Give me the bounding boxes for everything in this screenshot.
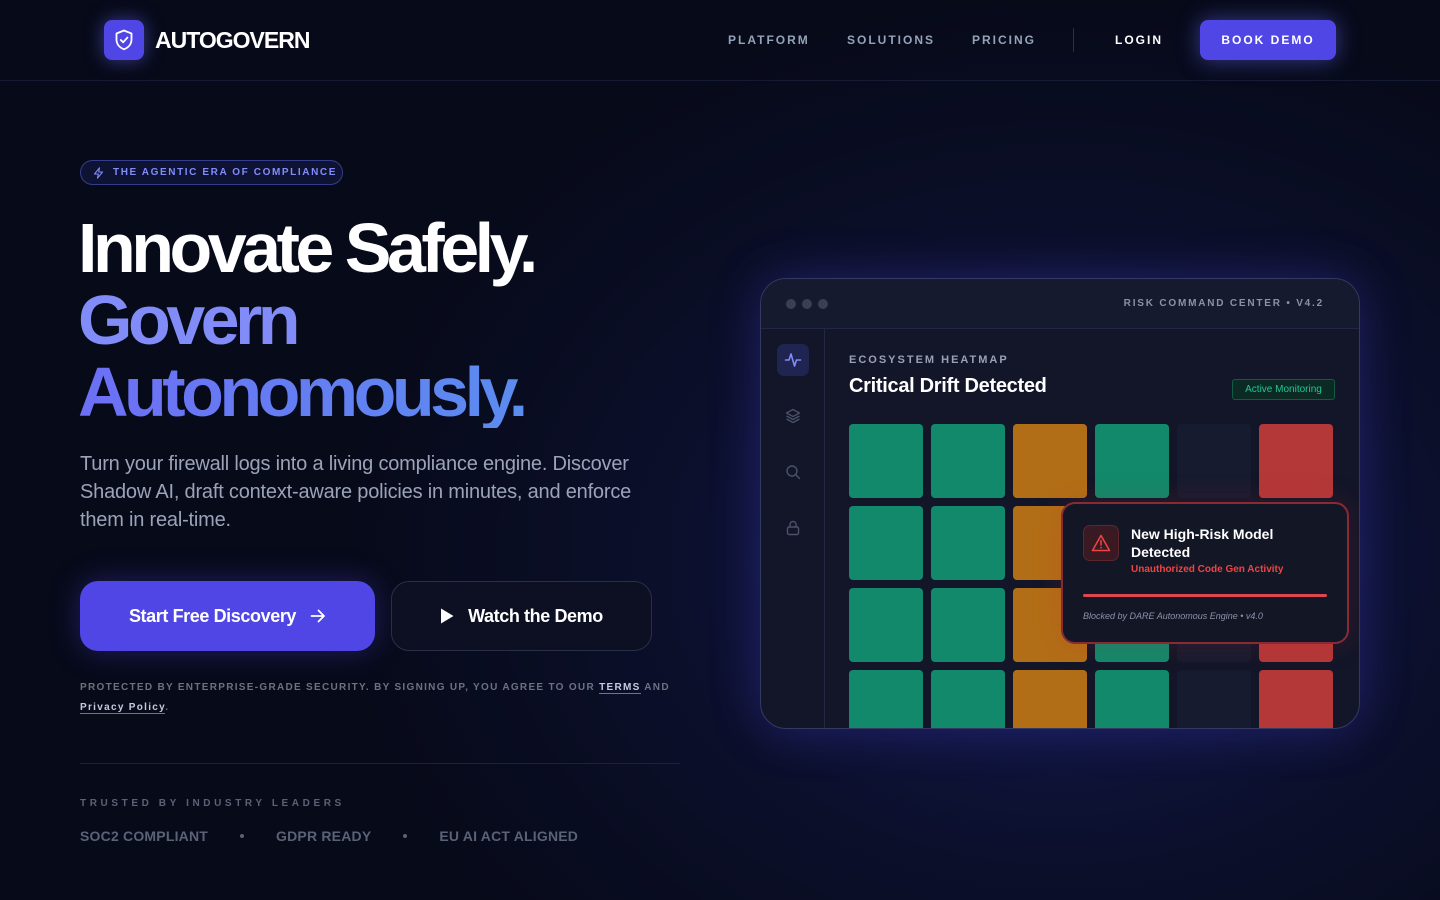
warning-triangle-icon: [1083, 525, 1119, 561]
heatmap-cell: [1177, 670, 1251, 728]
headline-line-1: Innovate Safely.: [78, 209, 538, 287]
status-badge: Active Monitoring: [1232, 379, 1335, 400]
headline-line-3: Autonomously.: [78, 353, 528, 431]
heatmap-cell: [849, 670, 923, 728]
nav-link-pricing[interactable]: PRICING: [972, 33, 1036, 47]
alert-title: New High-Risk Model Detected: [1131, 526, 1274, 560]
window-dot: [818, 299, 828, 309]
heatmap-cell: [849, 588, 923, 662]
dashboard-title: RISK COMMAND CENTER • V4.2: [1123, 298, 1324, 309]
risk-alert-card[interactable]: New High-Risk Model Detected Unauthorize…: [1061, 502, 1349, 644]
compliance-badges: SOC2 COMPLIANT GDPR READY EU AI ACT ALIG…: [80, 828, 578, 844]
search-icon[interactable]: [777, 456, 809, 488]
heatmap-cell: [1013, 424, 1087, 498]
heatmap-cell: [931, 588, 1005, 662]
heatmap-cell: [931, 670, 1005, 728]
eyebrow-pill: THE AGENTIC ERA OF COMPLIANCE: [80, 160, 343, 185]
trusted-label: TRUSTED BY INDUSTRY LEADERS: [80, 798, 345, 809]
terms-link[interactable]: TERMS: [599, 682, 641, 694]
login-link[interactable]: LOGIN: [1115, 33, 1163, 47]
eyebrow-text: THE AGENTIC ERA OF COMPLIANCE: [113, 167, 337, 178]
lightning-icon: [93, 166, 104, 179]
heatmap-cell: [1095, 670, 1169, 728]
risk-dashboard-preview: RISK COMMAND CENTER • V4.2 ECOSYSTEM HEA…: [760, 278, 1360, 729]
window-dot: [786, 299, 796, 309]
top-nav: AUTOGOVERN PLATFORM SOLUTIONS PRICING LO…: [0, 0, 1440, 81]
lock-icon[interactable]: [777, 512, 809, 544]
book-demo-button[interactable]: BOOK DEMO: [1200, 20, 1336, 60]
bullet-separator: [403, 834, 408, 838]
play-icon: [440, 608, 454, 624]
heatmap-cell: [1259, 424, 1333, 498]
heatmap-cell: [1259, 670, 1333, 728]
nav-link-platform[interactable]: PLATFORM: [728, 33, 810, 47]
heatmap-cell: [1177, 424, 1251, 498]
badge-gdpr: GDPR READY: [276, 828, 372, 844]
arrow-right-icon: [310, 609, 326, 623]
watch-demo-button[interactable]: Watch the Demo: [391, 581, 652, 651]
legal-and: AND: [644, 682, 670, 693]
badge-soc2: SOC2 COMPLIANT: [80, 828, 209, 844]
hero-subtext: Turn your firewall logs into a living co…: [80, 453, 632, 531]
nav-divider: [1073, 28, 1074, 52]
start-free-discovery-button[interactable]: Start Free Discovery: [80, 581, 375, 651]
heatmap-cell: [931, 424, 1005, 498]
dashboard-titlebar: RISK COMMAND CENTER • V4.2: [761, 279, 1359, 329]
nav-link-solutions[interactable]: SOLUTIONS: [847, 33, 935, 47]
brand[interactable]: AUTOGOVERN: [104, 20, 310, 60]
heatmap-label: ECOSYSTEM HEATMAP: [849, 354, 1009, 366]
activity-icon[interactable]: [777, 344, 809, 376]
section-divider: [80, 763, 680, 764]
heatmap-title: Critical Drift Detected: [849, 375, 1047, 397]
start-free-discovery-label: Start Free Discovery: [128, 605, 297, 626]
privacy-policy-link[interactable]: Privacy Policy: [80, 702, 166, 714]
window-dot: [802, 299, 812, 309]
alert-footer: Blocked by DARE Autonomous Engine • v4.0: [1083, 611, 1263, 621]
shield-check-icon: [104, 20, 144, 60]
legal-period: .: [165, 702, 170, 713]
badge-eu-ai-act: EU AI ACT ALIGNED: [439, 828, 579, 844]
heatmap-cell: [1095, 424, 1169, 498]
headline-line-2: Govern: [78, 281, 301, 359]
alert-progress-bar: [1083, 594, 1327, 597]
layers-icon[interactable]: [777, 400, 809, 432]
bullet-separator: [240, 834, 245, 838]
legal-text: PROTECTED BY ENTERPRISE-GRADE SECURITY. …: [80, 682, 595, 693]
heatmap-cell: [849, 424, 923, 498]
alert-subtitle: Unauthorized Code Gen Activity: [1131, 564, 1284, 575]
dashboard-sidebar: [761, 329, 825, 728]
heatmap-cell: [931, 506, 1005, 580]
brand-name: AUTOGOVERN: [155, 26, 310, 53]
heatmap-cell: [1013, 670, 1087, 728]
heatmap-cell: [849, 506, 923, 580]
watch-demo-label: Watch the Demo: [468, 605, 603, 626]
legal-notice: PROTECTED BY ENTERPRISE-GRADE SECURITY. …: [80, 678, 680, 718]
